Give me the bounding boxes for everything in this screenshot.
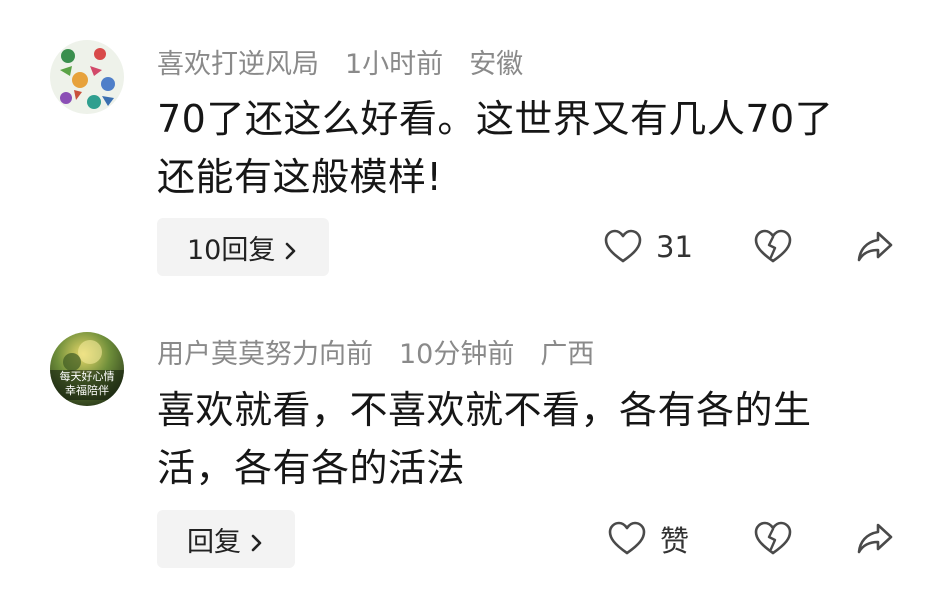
heart-outline-icon xyxy=(608,521,646,557)
share-button[interactable] xyxy=(856,222,894,272)
comment-text-line: 喜欢就看，不喜欢就不看，各有各的生 xyxy=(157,388,812,432)
comment-location: 安徽 xyxy=(469,48,524,80)
broken-heart-icon xyxy=(754,521,792,557)
comment-item: 每天好心情 幸福陪伴 用户莫莫努力向前 10分钟前 广西 喜欢就看，不喜欢就不看… xyxy=(0,300,945,600)
comment-time: 10分钟前 xyxy=(399,338,515,370)
heart-outline-icon xyxy=(604,229,642,265)
comment-item: 喜欢打逆风局 1小时前 安徽 70了还这么好看。这世界又有几人70了 还能有这般… xyxy=(0,0,945,300)
reply-label: 回复 xyxy=(187,526,241,558)
dislike-button[interactable] xyxy=(754,514,792,564)
avatar-text-line: 幸福陪伴 xyxy=(65,383,109,397)
comment-text: 70了还这么好看。这世界又有几人70了 还能有这般模样! xyxy=(157,90,897,206)
comment-meta: 喜欢打逆风局 1小时前 安徽 xyxy=(157,41,549,81)
avatar[interactable] xyxy=(50,40,124,114)
reply-label: 10回复 xyxy=(187,234,276,266)
share-icon xyxy=(856,229,894,265)
avatar-text-line: 每天好心情 xyxy=(60,369,115,383)
like-label: 赞 xyxy=(660,524,690,558)
reply-button[interactable]: 回复 xyxy=(157,510,295,568)
share-button[interactable] xyxy=(856,514,894,564)
username[interactable]: 喜欢打逆风局 xyxy=(157,42,319,81)
comment-time: 1小时前 xyxy=(345,48,444,80)
share-icon xyxy=(856,521,894,557)
comment-text-line: 还能有这般模样! xyxy=(157,155,443,199)
chevron-right-icon xyxy=(249,529,265,552)
like-button[interactable]: 赞 xyxy=(608,514,689,564)
comment-location: 广西 xyxy=(540,338,595,370)
username[interactable]: 用户莫莫努力向前 xyxy=(157,332,373,371)
comment-text-line: 70了还这么好看。这世界又有几人70了 xyxy=(157,97,834,141)
avatar[interactable]: 每天好心情 幸福陪伴 xyxy=(50,332,124,406)
dislike-button[interactable] xyxy=(754,222,792,272)
comment-meta: 用户莫莫努力向前 10分钟前 广西 xyxy=(157,331,620,371)
reply-button[interactable]: 10回复 xyxy=(157,218,330,276)
like-button[interactable]: 31 xyxy=(604,222,693,272)
chevron-right-icon xyxy=(283,237,299,260)
like-count: 31 xyxy=(656,230,693,264)
comment-text: 喜欢就看，不喜欢就不看，各有各的生 活，各有各的活法 xyxy=(157,381,897,497)
broken-heart-icon xyxy=(754,229,792,265)
comment-text-line: 活，各有各的活法 xyxy=(157,446,466,490)
